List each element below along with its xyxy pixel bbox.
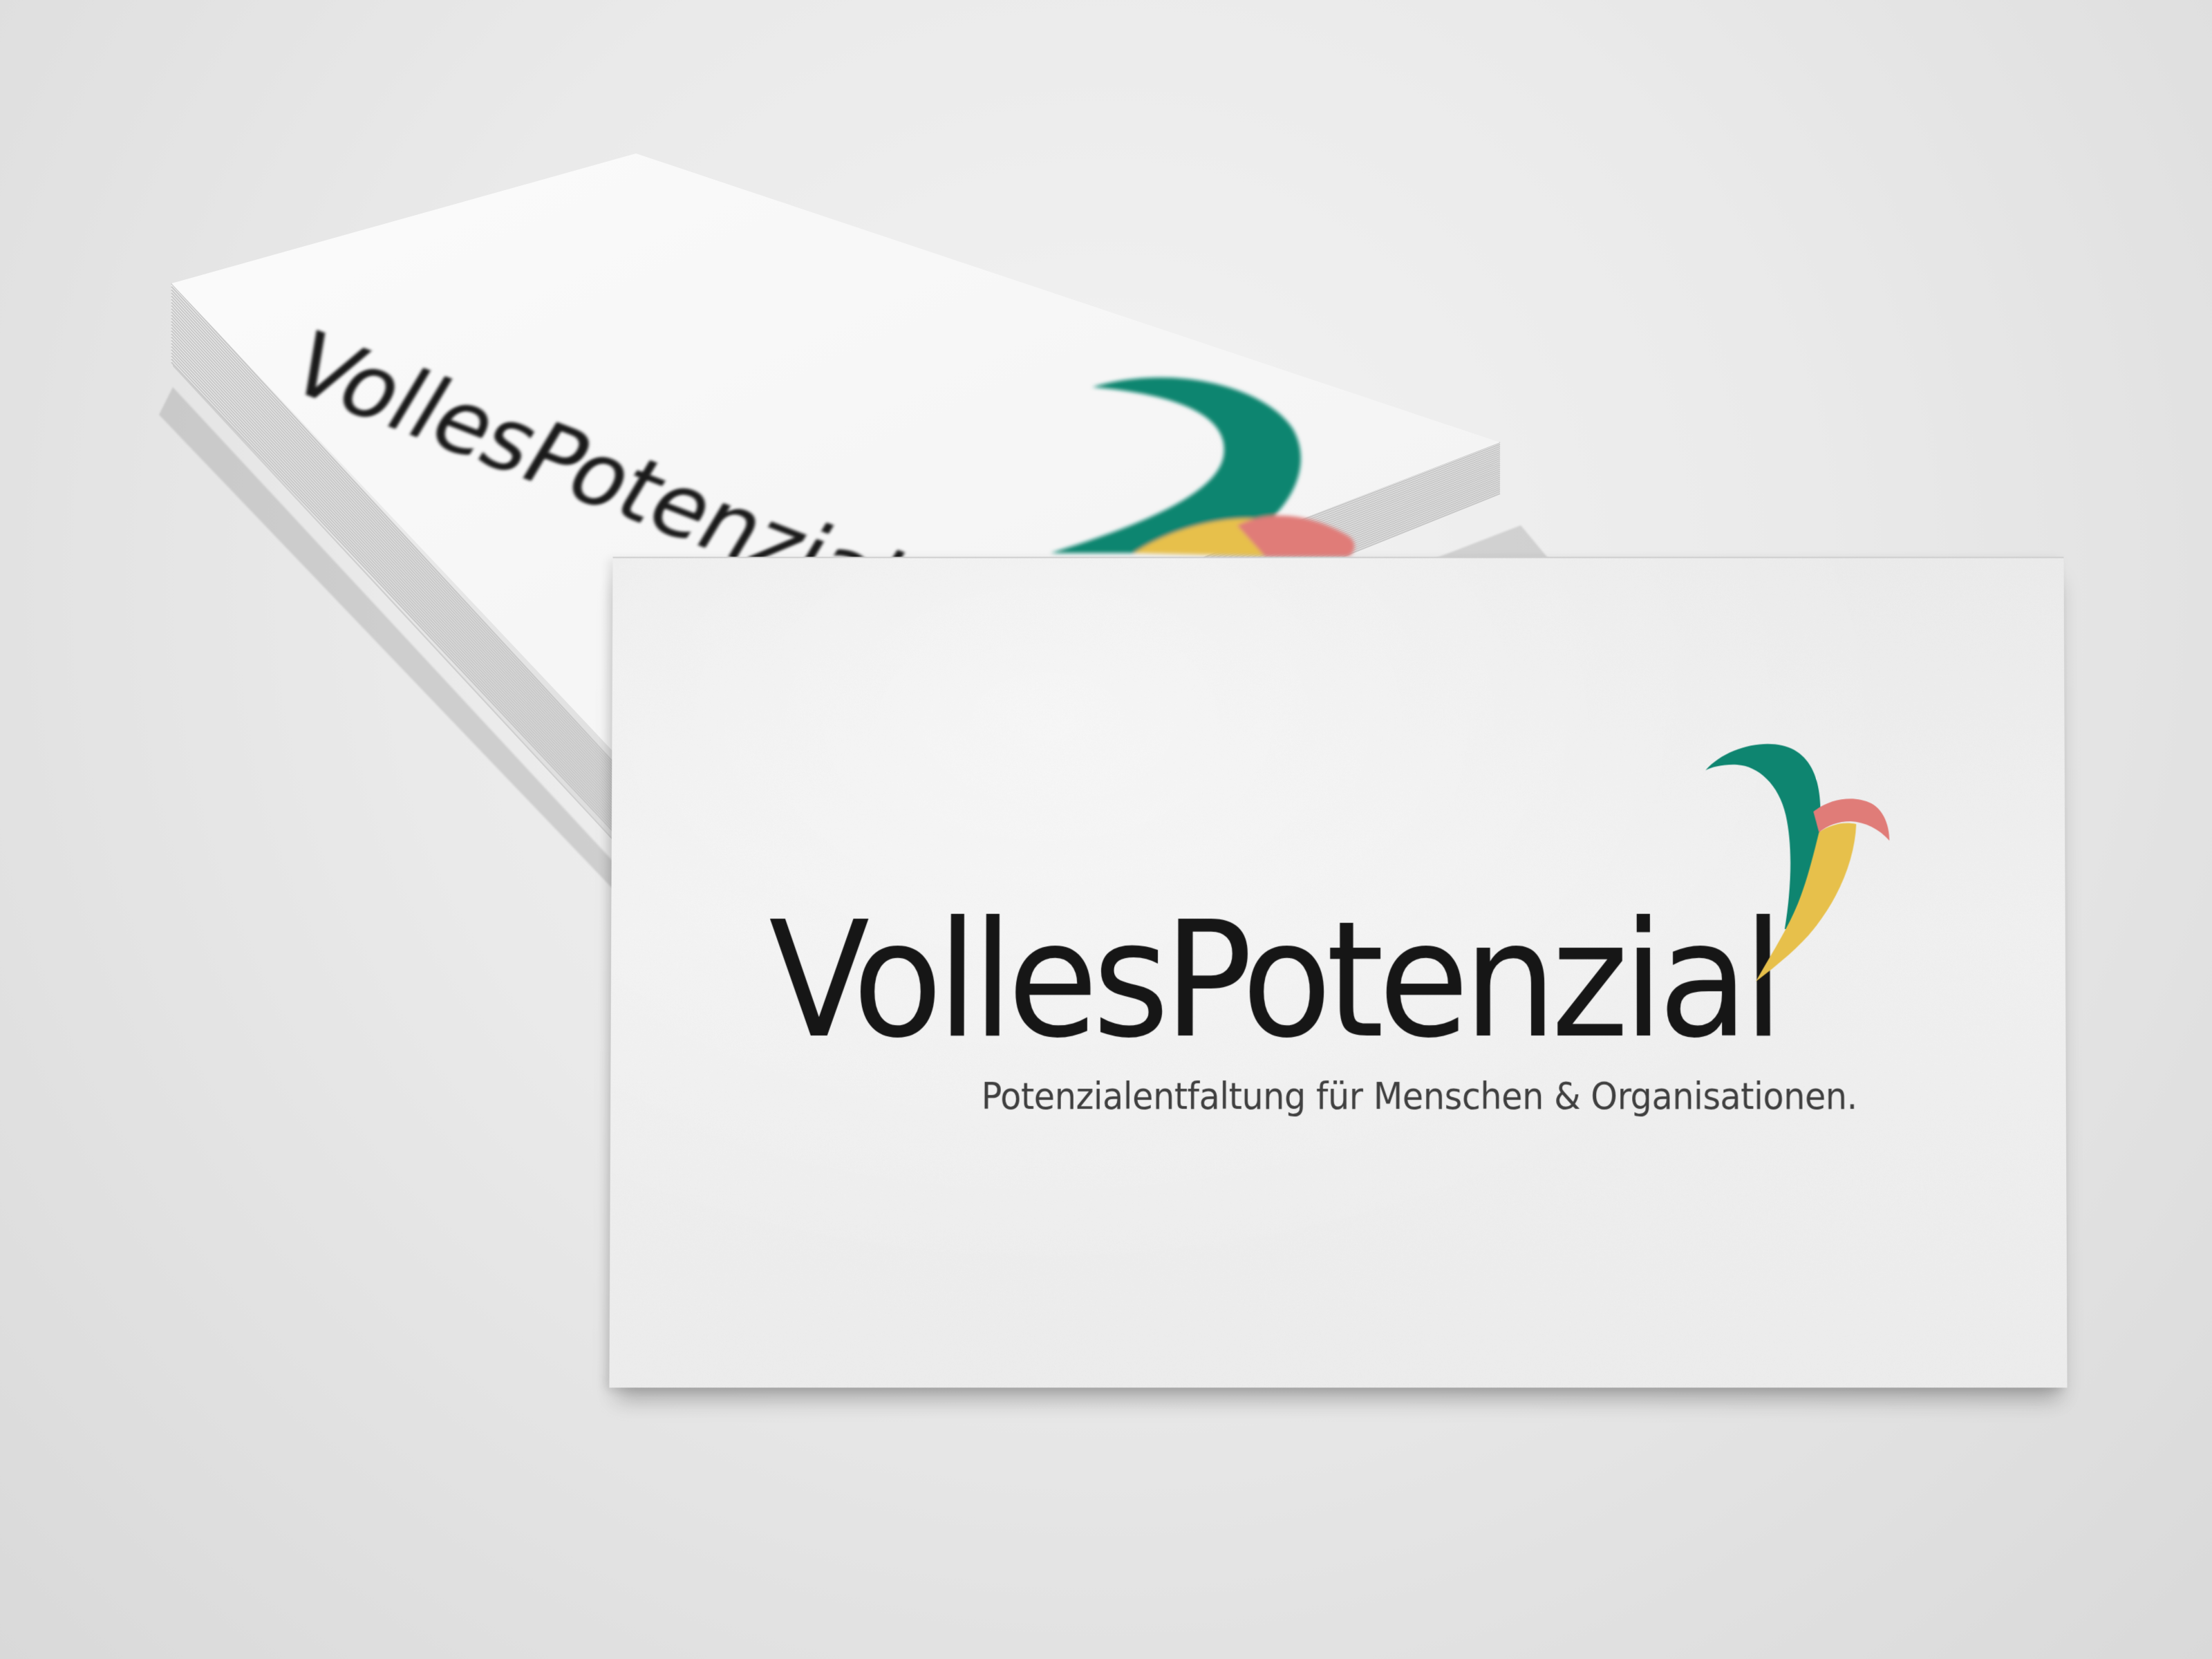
logo-mark-icon (1705, 744, 1890, 982)
front-business-card: VollesPotenzial Potenzialentfaltung für … (609, 556, 2068, 1388)
brand-tagline: Potenzialentfaltung für Menschen & Organ… (981, 1076, 1857, 1118)
brand-wordmark: VollesPotenzial (768, 887, 1779, 1074)
business-card-mockup: VollesPotenzial VollesPotenzial Potenzia… (0, 0, 2212, 1659)
